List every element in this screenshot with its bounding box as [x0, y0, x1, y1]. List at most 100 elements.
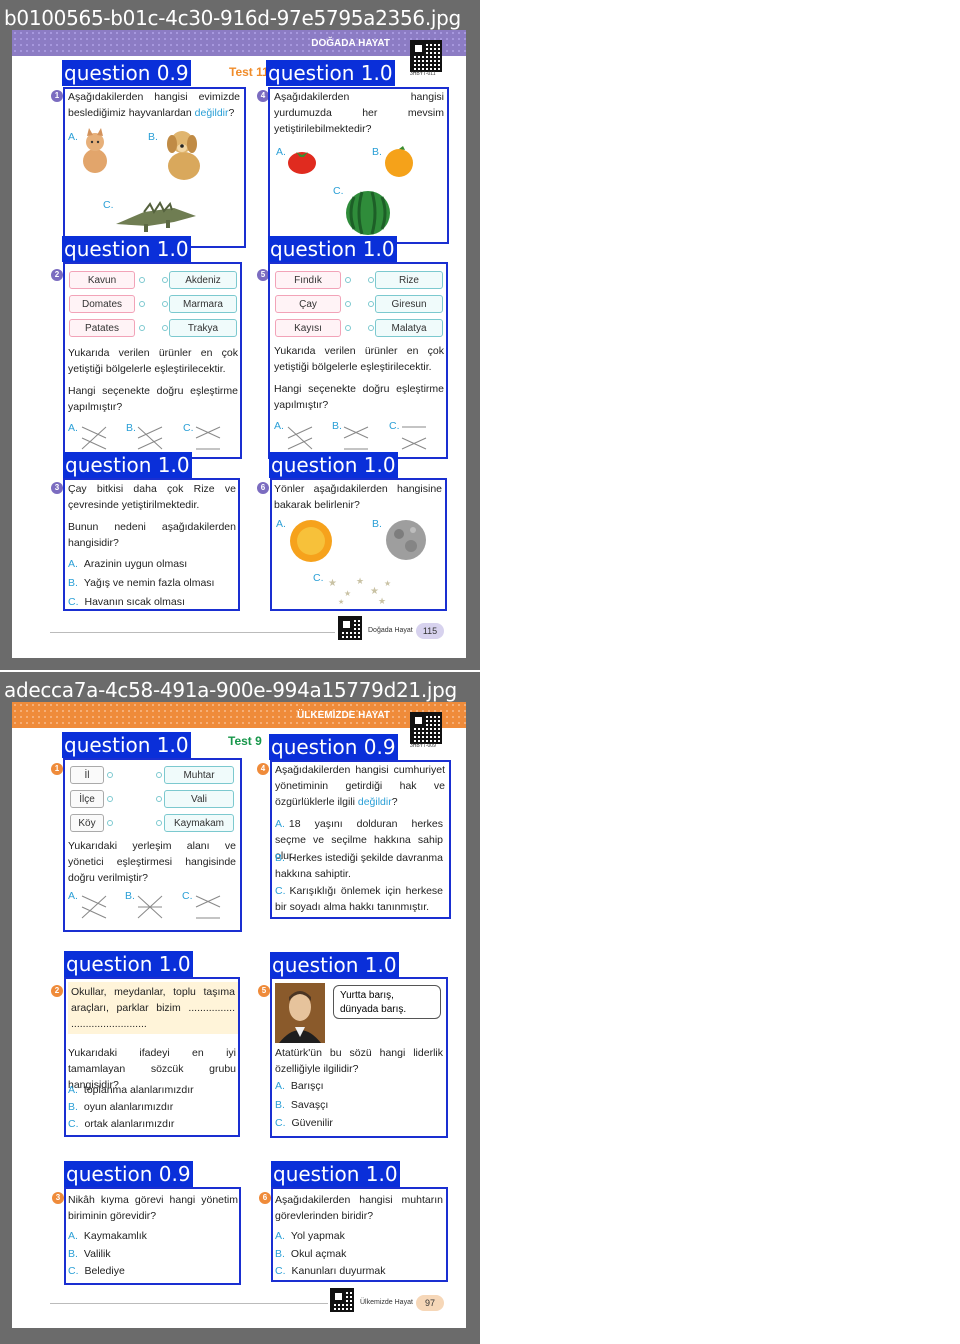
connector-dot: [139, 325, 145, 331]
connector-dot: [345, 301, 351, 307]
answer-option[interactable]: C. Belediye: [68, 1265, 125, 1277]
option-letter: C.: [333, 185, 344, 197]
ataturk-portrait-icon: [275, 983, 325, 1043]
option-letter: C.: [389, 420, 400, 432]
answer-option[interactable]: B. Savaşçı: [275, 1099, 328, 1111]
connector-dot: [345, 325, 351, 331]
matching-diagram-icon: [195, 426, 221, 450]
connector-dot: [156, 772, 162, 778]
banner-title: ÜLKEMİZDE HAYAT: [297, 710, 390, 721]
question-score-label: question 0.9: [62, 60, 191, 86]
question-text: Hangi seçenekte doğru eşleştirme yapılmı…: [274, 383, 444, 411]
question-number: 3: [51, 482, 63, 494]
question-number: 6: [259, 1192, 271, 1204]
footer-text: Doğada Hayat: [368, 627, 413, 634]
connector-dot: [162, 325, 168, 331]
question-number: 5: [258, 985, 270, 997]
filename-label-1: b0100565-b01c-4c30-916d-97e5795a2356.jpg: [4, 6, 461, 30]
question-text: Yukarıdaki yerleşim alanı ve yönetici eş…: [68, 840, 236, 884]
match-item-right: Trakya: [169, 319, 237, 337]
tomato-icon: [288, 152, 316, 174]
answer-option[interactable]: C. Havanın sıcak olması: [68, 596, 185, 608]
question-text: Hangi seçenekte doğru eşleştirme yapılmı…: [68, 385, 238, 413]
option-letter: C.: [182, 890, 193, 902]
statement-box: Okullar, meydanlar, toplu taşıma araçlar…: [68, 982, 238, 1034]
option-letter: B.: [148, 131, 158, 143]
dog-icon: [167, 131, 200, 180]
matching-diagram-icon: [343, 426, 369, 450]
question-score-label: question 1.0: [269, 452, 398, 478]
answer-option[interactable]: A. Yol yapmak: [275, 1230, 345, 1242]
answer-option[interactable]: B. Yağış ve nemin fazla olması: [68, 577, 214, 589]
match-item-right: Rize: [375, 271, 443, 289]
option-letter: B.: [125, 890, 135, 902]
question-text: Aşağıdakilerden hangisi yurdumuzda her m…: [274, 91, 444, 135]
connector-dot: [156, 796, 162, 802]
match-item-right: Malatya: [375, 319, 443, 337]
qr-code-text: 3HBYT-011: [410, 71, 436, 77]
question-number: 6: [257, 482, 269, 494]
orange-icon: [385, 146, 413, 177]
svg-text:★: ★: [344, 589, 351, 598]
match-item-right: Giresun: [375, 295, 443, 313]
question-text: Aşağıdakilerden hangisi evimizde besledi…: [68, 91, 240, 119]
question-text: Nikâh kıyma görevi hangi yönetim birimin…: [68, 1194, 238, 1222]
answer-option[interactable]: C. ortak alanlarımızdır: [68, 1118, 174, 1130]
footer-divider: [50, 1303, 328, 1304]
svg-text:★: ★: [384, 579, 391, 588]
svg-text:★: ★: [338, 598, 344, 606]
question-score-label: question 1.0: [64, 951, 193, 977]
qr-code-icon: [410, 712, 442, 744]
option-letter: C.: [183, 422, 194, 434]
match-item-left: Köy: [70, 814, 104, 832]
question-number: 1: [51, 90, 63, 102]
match-item-left: Çay: [275, 295, 341, 313]
question-score-label: question 1.0: [268, 236, 397, 262]
question-text: Bunun nedeni aşağıdakilerden hangisidir?: [68, 521, 236, 549]
connector-dot: [139, 301, 145, 307]
qr-code-text: 3HBYT-009: [410, 743, 436, 749]
option-letter: A.: [276, 146, 286, 158]
question-score-label: question 1.0: [270, 952, 399, 978]
question-score-label: question 0.9: [269, 734, 398, 760]
answer-option[interactable]: B. Okul açmak: [275, 1248, 346, 1260]
option-letter: B.: [332, 420, 342, 432]
answer-option[interactable]: A. Kaymakamlık: [68, 1230, 147, 1242]
question-text: Atatürk'ün bu sözü hangi liderlik özelli…: [275, 1047, 443, 1075]
cat-icon: [83, 128, 107, 173]
question-number: 2: [51, 985, 63, 997]
answer-option[interactable]: C. Karışıklığı önlemek için herkese bir s…: [275, 883, 443, 915]
test-label: Test 9: [228, 734, 262, 748]
question-number: 3: [52, 1192, 64, 1204]
option-letter: C.: [313, 572, 324, 584]
answer-option[interactable]: B. oyun alanlarımızdır: [68, 1101, 173, 1113]
banner-title: DOĞADA HAYAT: [311, 38, 390, 49]
page-number: 97: [416, 1295, 444, 1311]
match-item-left: İlçe: [70, 790, 104, 808]
option-letter: C.: [103, 199, 114, 211]
question-text: Aşağıdakilerden hangisi muhtarın görevle…: [275, 1194, 443, 1222]
matching-diagram-icon: [195, 895, 221, 919]
answer-option[interactable]: B. Valilik: [68, 1248, 111, 1260]
match-item-left: Patates: [69, 319, 135, 337]
option-letter: B.: [372, 146, 382, 158]
filename-label-2: adecca7a-4c58-491a-900e-994a15779d21.jpg: [4, 678, 457, 702]
answer-option[interactable]: B. Herkes istediği şekilde davranma hakkı…: [275, 850, 443, 882]
answer-option[interactable]: C. Kanunları duyurmak: [275, 1265, 385, 1277]
qr-code-icon: [410, 40, 442, 72]
matching-diagram-icon: [137, 426, 163, 450]
answer-option[interactable]: A. Arazinin uygun olması: [68, 558, 187, 570]
footer-divider: [50, 632, 335, 633]
answer-option[interactable]: A. toplanma alanlarımızdır: [68, 1084, 194, 1096]
answer-option[interactable]: C. Güvenilir: [275, 1117, 333, 1129]
matching-diagram-icon: [137, 895, 163, 919]
question-score-label: question 1.0: [62, 236, 191, 262]
matching-diagram-icon: [81, 426, 107, 450]
question-score-label: question 1.0: [63, 452, 192, 478]
answer-option[interactable]: A. Barışçı: [275, 1080, 324, 1092]
match-item-left: Domates: [69, 295, 135, 313]
match-item-left: Fındık: [275, 271, 341, 289]
crocodile-icon: [116, 201, 196, 232]
watermelon-icon: [346, 191, 390, 235]
connector-dot: [368, 277, 374, 283]
